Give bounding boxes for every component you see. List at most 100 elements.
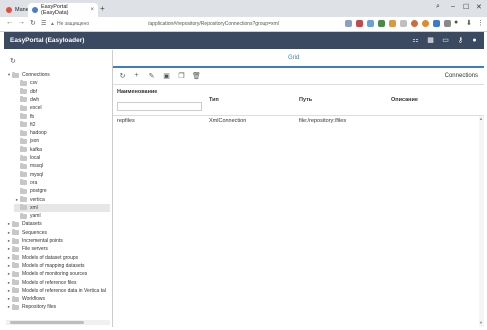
tree-item-label: Incremental points bbox=[22, 238, 63, 244]
minimize-icon[interactable]: – bbox=[451, 3, 455, 10]
copy-icon[interactable]: ❐ bbox=[177, 72, 186, 80]
folder-icon bbox=[20, 212, 27, 219]
tree-item[interactable]: postgre bbox=[14, 187, 110, 195]
extension-icon[interactable] bbox=[411, 20, 418, 27]
table-header: Наименование Тип Путь Описание bbox=[113, 85, 484, 116]
tree-item-label: fb bbox=[30, 113, 35, 120]
column-header-description[interactable]: Описание bbox=[391, 97, 418, 103]
grid-toolbar: ↻ + ✎ ▣ ❐ 🗑 Connections bbox=[113, 68, 484, 85]
key-icon[interactable]: ⚷ bbox=[456, 36, 465, 45]
column-header-type[interactable]: Тип bbox=[209, 97, 219, 103]
scroll-up-icon[interactable]: ▲ bbox=[479, 116, 483, 121]
tab-favicon-icon bbox=[32, 7, 38, 13]
folder-icon[interactable]: ▭ bbox=[441, 36, 450, 45]
save-icon[interactable]: ▣ bbox=[162, 72, 171, 80]
tree-item[interactable]: ▸ Sequences bbox=[6, 229, 110, 237]
extension-icon[interactable] bbox=[444, 20, 451, 27]
tree-item[interactable]: ▸ Models of dataset groups bbox=[6, 254, 110, 262]
tree-item[interactable]: ▸ Datasets bbox=[6, 220, 110, 228]
close-tab-icon[interactable]: × bbox=[90, 7, 94, 13]
extension-icon[interactable] bbox=[367, 20, 374, 27]
extension-icon[interactable] bbox=[378, 20, 385, 27]
browser-menu-icon[interactable]: ⋮ bbox=[477, 19, 484, 27]
close-window-icon[interactable]: ✕ bbox=[476, 3, 482, 11]
tree-item[interactable]: ▾ Connections bbox=[6, 71, 110, 79]
tree-item[interactable]: ▸ Models of reference files bbox=[6, 279, 110, 287]
tree-item[interactable]: local bbox=[14, 154, 110, 162]
tree-item-label: Repository files bbox=[22, 304, 57, 311]
tree-item[interactable]: ▸ File servers bbox=[6, 245, 110, 253]
column-header-path[interactable]: Путь bbox=[299, 97, 312, 103]
tree-item[interactable]: excel bbox=[14, 104, 110, 112]
column-header-name[interactable]: Наименование bbox=[117, 89, 157, 95]
tree-item[interactable]: kafka bbox=[14, 146, 110, 154]
folder-icon bbox=[20, 146, 27, 153]
tab-label: EasyPortal (EasyData) bbox=[41, 4, 69, 16]
tree-item-label: postgre bbox=[30, 188, 47, 195]
tree-item-label: Models of reference data in Vertica tal bbox=[22, 287, 106, 294]
tree-item[interactable]: ▸ Incremental points bbox=[6, 237, 110, 245]
tree-item[interactable]: xml bbox=[14, 203, 110, 212]
extension-icon[interactable] bbox=[345, 20, 352, 27]
browser-tab-easyportal[interactable]: EasyPortal (EasyData) × bbox=[28, 3, 98, 17]
extension-icon[interactable] bbox=[422, 20, 429, 27]
forward-icon[interactable]: → bbox=[18, 19, 25, 26]
scroll-down-icon[interactable]: ▼ bbox=[479, 320, 483, 325]
tree-item[interactable]: ▸ vertica bbox=[14, 196, 110, 204]
tree-item[interactable]: dwh bbox=[14, 96, 110, 104]
apps-icon[interactable]: ▦ bbox=[426, 36, 435, 45]
tree-item[interactable]: json bbox=[14, 137, 110, 145]
insecure-icon: ▲ bbox=[50, 21, 55, 27]
maximize-icon[interactable]: ☐ bbox=[463, 3, 469, 11]
tree-item[interactable]: fb bbox=[14, 113, 110, 121]
reload-icon[interactable]: ↻ bbox=[30, 19, 36, 27]
app-header: EasyPortal (Easyloader) ⚏ ▦ ▭ ⚷ ● bbox=[4, 32, 484, 49]
delete-icon[interactable]: 🗑 bbox=[192, 72, 201, 80]
refresh-icon[interactable]: ↻ bbox=[118, 72, 127, 80]
user-icon[interactable]: ● bbox=[470, 36, 479, 45]
tree-scrollbar-thumb[interactable] bbox=[10, 321, 84, 324]
tree-item-label: xml bbox=[30, 204, 38, 211]
browser-tab-mane[interactable]: Mane bbox=[2, 3, 29, 17]
tree-item[interactable]: ▸ Workflows bbox=[6, 295, 110, 303]
back-icon[interactable]: ← bbox=[6, 19, 13, 26]
edit-icon[interactable]: ✎ bbox=[147, 72, 156, 80]
extension-icon[interactable] bbox=[356, 20, 363, 27]
folder-icon bbox=[20, 121, 27, 128]
tree-item[interactable]: ▸ Repository files bbox=[6, 303, 110, 311]
reload-tree-icon[interactable]: ↻ bbox=[10, 57, 16, 65]
tree-item[interactable]: mssql bbox=[14, 162, 110, 170]
extension-icon[interactable] bbox=[433, 20, 440, 27]
profile-icon[interactable]: ● bbox=[454, 19, 458, 26]
tree-item-label: Models of reference files bbox=[22, 279, 77, 286]
download-icon[interactable]: ⬇ bbox=[466, 19, 472, 27]
add-icon[interactable]: + bbox=[132, 72, 141, 79]
extension-icon[interactable] bbox=[400, 20, 407, 27]
new-tab-button[interactable]: + bbox=[100, 4, 105, 13]
search-tabs-icon[interactable]: ⌕ bbox=[436, 3, 440, 11]
extension-icon[interactable] bbox=[389, 20, 396, 27]
tree-item[interactable]: dbf bbox=[14, 88, 110, 96]
page-menu-icon[interactable]: ☰ bbox=[41, 20, 46, 27]
tree-item[interactable]: ora bbox=[14, 179, 110, 187]
name-filter-input[interactable] bbox=[117, 102, 202, 111]
tree-item-label: excel bbox=[30, 105, 42, 112]
tree-item-label: Connections bbox=[22, 72, 50, 78]
tree-item[interactable]: ft2 bbox=[14, 121, 110, 129]
folder-icon bbox=[12, 254, 19, 261]
grid-settings-icon[interactable]: ⚏ bbox=[411, 36, 420, 45]
tab-grid[interactable]: Grid bbox=[288, 55, 299, 61]
tree-item[interactable]: ▸ Models of mapping datasets bbox=[6, 262, 110, 270]
grid-vertical-scrollbar[interactable] bbox=[479, 116, 484, 327]
tree-item-label: Models of monitoring sources bbox=[22, 271, 88, 278]
tree-item-label: csv bbox=[30, 80, 38, 87]
tree-item[interactable]: yaml bbox=[14, 212, 110, 220]
tree-item[interactable]: ▸ Models of monitoring sources bbox=[6, 270, 110, 278]
tree-item[interactable]: hadoop bbox=[14, 129, 110, 137]
tree-item-label: Sequences bbox=[22, 229, 48, 236]
tree-item[interactable]: mysql bbox=[14, 171, 110, 179]
address-bar[interactable]: ▲ Не защищено /application#/repository/R… bbox=[50, 19, 340, 29]
table-row[interactable]: repfiles XmlConnection file:/repository:… bbox=[113, 117, 484, 126]
tree-item[interactable]: ▸ Models of reference data in Vertica tal bbox=[6, 287, 110, 295]
tree-item[interactable]: csv bbox=[14, 79, 110, 87]
